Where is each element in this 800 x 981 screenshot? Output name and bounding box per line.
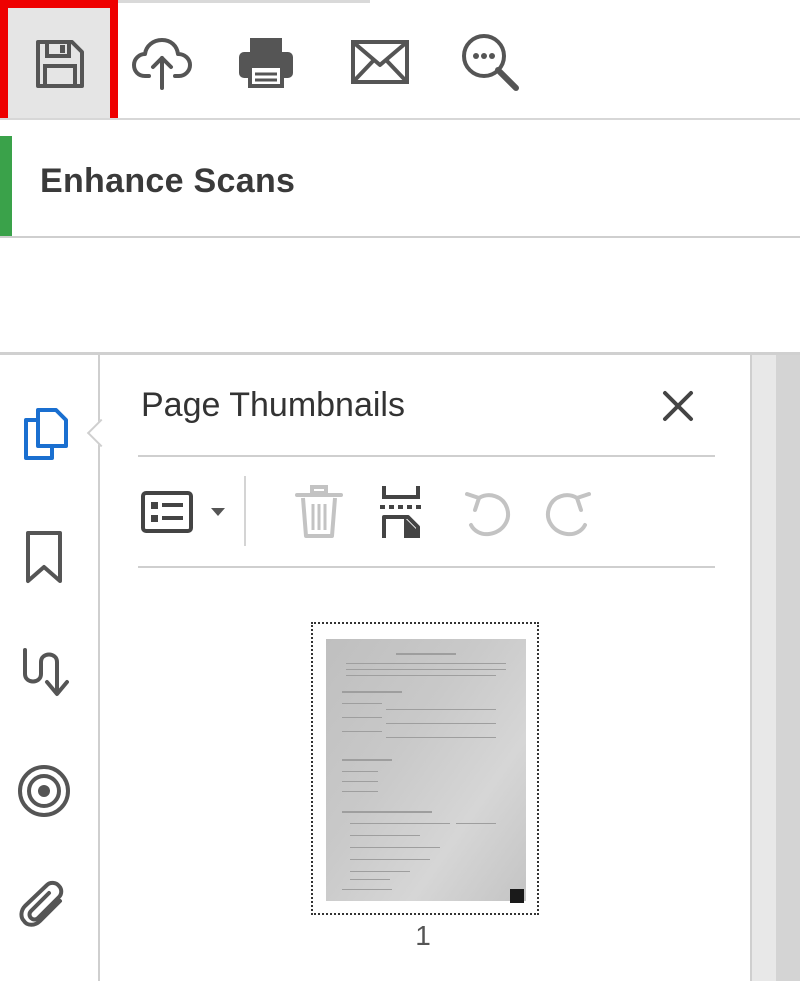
trash-icon: [295, 485, 343, 538]
insert-pages-button[interactable]: [366, 478, 436, 546]
floppy-disk-icon: [36, 40, 84, 88]
thumbnail-options-button[interactable]: [136, 478, 232, 546]
layers-icon: [18, 765, 70, 817]
page-thumbnails-icon: [24, 408, 68, 460]
navigation-pane-rail: [0, 355, 100, 981]
page-selected-marker: [510, 889, 524, 903]
cloud-upload-icon: [132, 38, 192, 90]
page-number-label: 1: [415, 920, 431, 951]
tool-name: Enhance Scans: [40, 162, 296, 200]
vertical-scrollbar[interactable]: [776, 355, 800, 981]
printer-icon: [239, 38, 293, 88]
tool-header: Enhance Scans: [0, 120, 800, 358]
attachments-button[interactable]: [10, 873, 78, 941]
search-icon: [462, 34, 519, 91]
insert-page-icon: [380, 486, 422, 538]
save-button[interactable]: [8, 8, 112, 120]
print-button[interactable]: [228, 24, 304, 100]
page-thumbnail-image: [326, 639, 526, 901]
main-toolbar: [0, 0, 800, 128]
email-button[interactable]: [342, 24, 418, 100]
rotate-right-icon: [546, 492, 591, 537]
panel-toolbar-divider: [138, 566, 715, 568]
chevron-down-icon: [211, 508, 225, 516]
secondary-toolbar-area: [0, 238, 800, 355]
close-panel-button[interactable]: [652, 380, 704, 432]
bookmark-icon: [26, 531, 62, 583]
order-button[interactable]: [10, 638, 78, 706]
rotate-clockwise-button[interactable]: [534, 478, 604, 546]
tag-order-icon: [23, 648, 69, 696]
page-thumbnails-button[interactable]: [10, 400, 78, 468]
delete-pages-button[interactable]: [284, 478, 354, 546]
panel-title-divider: [138, 455, 715, 457]
page-thumbnail[interactable]: [311, 622, 539, 915]
panel-toolbar-separator: [244, 476, 246, 546]
close-icon: [663, 391, 693, 421]
find-button[interactable]: [452, 24, 528, 100]
upload-button[interactable]: [124, 24, 200, 100]
options-icon: [141, 491, 193, 533]
document-scroll-area[interactable]: [750, 355, 800, 981]
panel-title: Page Thumbnails: [141, 386, 405, 424]
rotate-left-icon: [465, 492, 510, 537]
attachment-icon: [19, 880, 64, 927]
envelope-icon: [351, 40, 409, 84]
bookmarks-button[interactable]: [10, 523, 78, 591]
rotate-counterclockwise-button[interactable]: [452, 478, 522, 546]
toolbar-top-divider: [0, 0, 370, 3]
layers-button[interactable]: [10, 757, 78, 825]
